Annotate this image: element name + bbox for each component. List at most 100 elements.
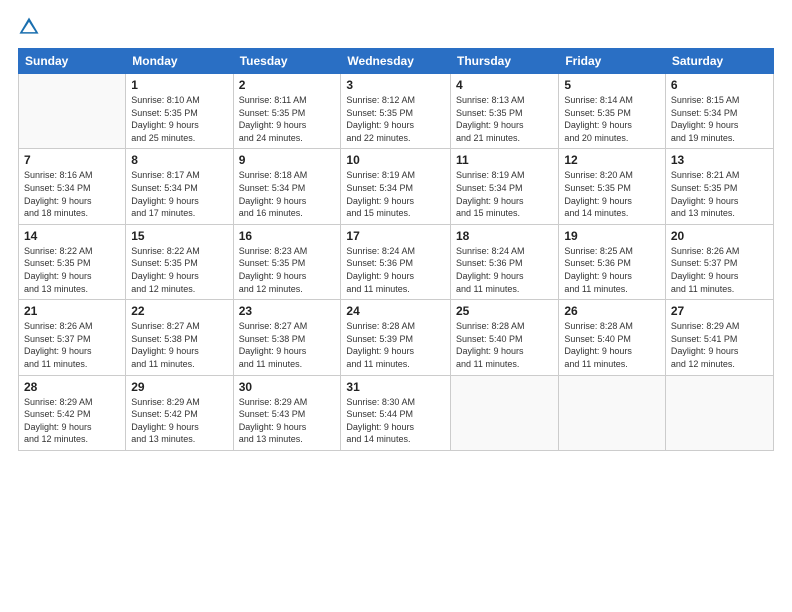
calendar-cell: 24Sunrise: 8:28 AM Sunset: 5:39 PM Dayli… bbox=[341, 300, 451, 375]
day-info: Sunrise: 8:29 AM Sunset: 5:41 PM Dayligh… bbox=[671, 320, 768, 370]
day-number: 15 bbox=[131, 229, 227, 243]
day-number: 20 bbox=[671, 229, 768, 243]
day-info: Sunrise: 8:24 AM Sunset: 5:36 PM Dayligh… bbox=[456, 245, 553, 295]
calendar-cell: 25Sunrise: 8:28 AM Sunset: 5:40 PM Dayli… bbox=[451, 300, 559, 375]
day-info: Sunrise: 8:25 AM Sunset: 5:36 PM Dayligh… bbox=[564, 245, 660, 295]
day-info: Sunrise: 8:29 AM Sunset: 5:42 PM Dayligh… bbox=[131, 396, 227, 446]
calendar-cell bbox=[559, 375, 666, 450]
calendar-cell: 23 Sunrise: 8:27 AM Sunset: 5:38 PM Dayli… bbox=[233, 300, 341, 375]
day-info: Sunrise: 8:19 AM Sunset: 5:34 PM Dayligh… bbox=[456, 169, 553, 219]
day-info: Sunrise: 8:14 AM Sunset: 5:35 PM Dayligh… bbox=[564, 94, 660, 144]
calendar-cell: 17Sunrise: 8:24 AM Sunset: 5:36 PM Dayli… bbox=[341, 224, 451, 299]
day-info: Sunrise: 8:13 AM Sunset: 5:35 PM Dayligh… bbox=[456, 94, 553, 144]
header bbox=[18, 16, 774, 38]
calendar-cell bbox=[19, 74, 126, 149]
calendar-cell: 3 Sunrise: 8:12 AM Sunset: 5:35 PM Daylig… bbox=[341, 74, 451, 149]
calendar-cell: 9 Sunrise: 8:18 AM Sunset: 5:34 PM Daylig… bbox=[233, 149, 341, 224]
day-info: Sunrise: 8:17 AM Sunset: 5:34 PM Dayligh… bbox=[131, 169, 227, 219]
day-header: Wednesday bbox=[341, 49, 451, 74]
week-row: 28 Sunrise: 8:29 AM Sunset: 5:42 PM Dayli… bbox=[19, 375, 774, 450]
day-number: 9 bbox=[239, 153, 336, 167]
day-number: 21 bbox=[24, 304, 120, 318]
day-info: Sunrise: 8:29 AM Sunset: 5:42 PM Dayligh… bbox=[24, 396, 120, 446]
day-number: 30 bbox=[239, 380, 336, 394]
day-number: 2 bbox=[239, 78, 336, 92]
day-header: Thursday bbox=[451, 49, 559, 74]
day-info: Sunrise: 8:28 AM Sunset: 5:40 PM Dayligh… bbox=[456, 320, 553, 370]
day-info: Sunrise: 8:22 AM Sunset: 5:35 PM Dayligh… bbox=[24, 245, 120, 295]
calendar-cell: 28 Sunrise: 8:29 AM Sunset: 5:42 PM Dayli… bbox=[19, 375, 126, 450]
day-info: Sunrise: 8:27 AM Sunset: 5:38 PM Dayligh… bbox=[131, 320, 227, 370]
day-number: 22 bbox=[131, 304, 227, 318]
calendar-cell: 30 Sunrise: 8:29 AM Sunset: 5:43 PM Dayli… bbox=[233, 375, 341, 450]
day-info: Sunrise: 8:21 AM Sunset: 5:35 PM Dayligh… bbox=[671, 169, 768, 219]
day-number: 28 bbox=[24, 380, 120, 394]
day-info: Sunrise: 8:29 AM Sunset: 5:43 PM Dayligh… bbox=[239, 396, 336, 446]
day-info: Sunrise: 8:28 AM Sunset: 5:39 PM Dayligh… bbox=[346, 320, 445, 370]
day-number: 8 bbox=[131, 153, 227, 167]
logo-icon bbox=[18, 16, 40, 38]
calendar: SundayMondayTuesdayWednesdayThursdayFrid… bbox=[18, 48, 774, 451]
day-info: Sunrise: 8:23 AM Sunset: 5:35 PM Dayligh… bbox=[239, 245, 336, 295]
day-info: Sunrise: 8:11 AM Sunset: 5:35 PM Dayligh… bbox=[239, 94, 336, 144]
day-number: 10 bbox=[346, 153, 445, 167]
week-row: 21 Sunrise: 8:26 AM Sunset: 5:37 PM Dayli… bbox=[19, 300, 774, 375]
day-info: Sunrise: 8:30 AM Sunset: 5:44 PM Dayligh… bbox=[346, 396, 445, 446]
day-number: 17 bbox=[346, 229, 445, 243]
calendar-cell: 22 Sunrise: 8:27 AM Sunset: 5:38 PM Dayli… bbox=[126, 300, 233, 375]
day-info: Sunrise: 8:20 AM Sunset: 5:35 PM Dayligh… bbox=[564, 169, 660, 219]
day-header: Tuesday bbox=[233, 49, 341, 74]
calendar-cell: 18 Sunrise: 8:24 AM Sunset: 5:36 PM Dayli… bbox=[451, 224, 559, 299]
day-number: 4 bbox=[456, 78, 553, 92]
calendar-cell: 10Sunrise: 8:19 AM Sunset: 5:34 PM Dayli… bbox=[341, 149, 451, 224]
day-number: 1 bbox=[131, 78, 227, 92]
calendar-cell: 26Sunrise: 8:28 AM Sunset: 5:40 PM Dayli… bbox=[559, 300, 666, 375]
day-number: 16 bbox=[239, 229, 336, 243]
header-row: SundayMondayTuesdayWednesdayThursdayFrid… bbox=[19, 49, 774, 74]
day-info: Sunrise: 8:15 AM Sunset: 5:34 PM Dayligh… bbox=[671, 94, 768, 144]
day-number: 29 bbox=[131, 380, 227, 394]
calendar-cell bbox=[665, 375, 773, 450]
calendar-cell: 12 Sunrise: 8:20 AM Sunset: 5:35 PM Dayli… bbox=[559, 149, 666, 224]
calendar-cell: 19 Sunrise: 8:25 AM Sunset: 5:36 PM Dayli… bbox=[559, 224, 666, 299]
calendar-cell: 29 Sunrise: 8:29 AM Sunset: 5:42 PM Dayli… bbox=[126, 375, 233, 450]
day-info: Sunrise: 8:18 AM Sunset: 5:34 PM Dayligh… bbox=[239, 169, 336, 219]
calendar-cell: 6 Sunrise: 8:15 AM Sunset: 5:34 PM Daylig… bbox=[665, 74, 773, 149]
day-number: 11 bbox=[456, 153, 553, 167]
calendar-cell bbox=[451, 375, 559, 450]
calendar-cell: 2 Sunrise: 8:11 AM Sunset: 5:35 PM Daylig… bbox=[233, 74, 341, 149]
day-info: Sunrise: 8:27 AM Sunset: 5:38 PM Dayligh… bbox=[239, 320, 336, 370]
page: SundayMondayTuesdayWednesdayThursdayFrid… bbox=[0, 0, 792, 612]
day-number: 19 bbox=[564, 229, 660, 243]
calendar-cell: 16 Sunrise: 8:23 AM Sunset: 5:35 PM Dayli… bbox=[233, 224, 341, 299]
day-info: Sunrise: 8:10 AM Sunset: 5:35 PM Dayligh… bbox=[131, 94, 227, 144]
day-number: 27 bbox=[671, 304, 768, 318]
week-row: 14 Sunrise: 8:22 AM Sunset: 5:35 PM Dayli… bbox=[19, 224, 774, 299]
day-number: 7 bbox=[24, 153, 120, 167]
day-header: Sunday bbox=[19, 49, 126, 74]
day-number: 5 bbox=[564, 78, 660, 92]
day-number: 31 bbox=[346, 380, 445, 394]
day-number: 3 bbox=[346, 78, 445, 92]
calendar-cell: 13 Sunrise: 8:21 AM Sunset: 5:35 PM Dayli… bbox=[665, 149, 773, 224]
day-info: Sunrise: 8:16 AM Sunset: 5:34 PM Dayligh… bbox=[24, 169, 120, 219]
day-header: Saturday bbox=[665, 49, 773, 74]
day-number: 12 bbox=[564, 153, 660, 167]
day-number: 26 bbox=[564, 304, 660, 318]
day-number: 18 bbox=[456, 229, 553, 243]
calendar-cell: 4 Sunrise: 8:13 AM Sunset: 5:35 PM Daylig… bbox=[451, 74, 559, 149]
day-number: 14 bbox=[24, 229, 120, 243]
week-row: 7 Sunrise: 8:16 AM Sunset: 5:34 PM Daylig… bbox=[19, 149, 774, 224]
logo bbox=[18, 16, 44, 38]
day-number: 6 bbox=[671, 78, 768, 92]
calendar-cell: 27 Sunrise: 8:29 AM Sunset: 5:41 PM Dayli… bbox=[665, 300, 773, 375]
day-number: 13 bbox=[671, 153, 768, 167]
day-info: Sunrise: 8:26 AM Sunset: 5:37 PM Dayligh… bbox=[24, 320, 120, 370]
day-info: Sunrise: 8:12 AM Sunset: 5:35 PM Dayligh… bbox=[346, 94, 445, 144]
day-info: Sunrise: 8:22 AM Sunset: 5:35 PM Dayligh… bbox=[131, 245, 227, 295]
calendar-cell: 20Sunrise: 8:26 AM Sunset: 5:37 PM Dayli… bbox=[665, 224, 773, 299]
day-number: 23 bbox=[239, 304, 336, 318]
calendar-cell: 5 Sunrise: 8:14 AM Sunset: 5:35 PM Daylig… bbox=[559, 74, 666, 149]
calendar-cell: 21 Sunrise: 8:26 AM Sunset: 5:37 PM Dayli… bbox=[19, 300, 126, 375]
calendar-cell: 7 Sunrise: 8:16 AM Sunset: 5:34 PM Daylig… bbox=[19, 149, 126, 224]
